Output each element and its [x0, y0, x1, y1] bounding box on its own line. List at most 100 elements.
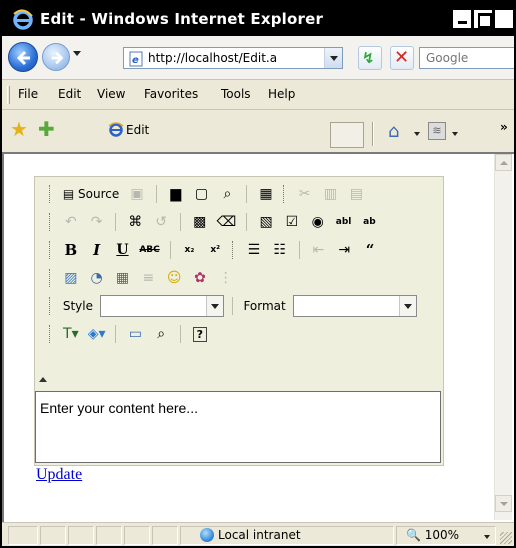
- style-select[interactable]: [99, 295, 224, 317]
- menu-view[interactable]: View: [97, 87, 125, 101]
- special-char-button[interactable]: ✿: [189, 267, 211, 289]
- vertical-scrollbar[interactable]: [494, 154, 512, 520]
- feeds-button[interactable]: ≋: [428, 122, 446, 140]
- undo-icon: ↶: [64, 214, 77, 230]
- find-button[interactable]: ⌘: [124, 211, 146, 233]
- underline-button[interactable]: U: [111, 239, 133, 261]
- menu-help[interactable]: Help: [268, 87, 295, 101]
- title-bar: Edit - Windows Internet Explorer: [2, 2, 514, 36]
- history-dropdown[interactable]: [73, 51, 81, 56]
- zoom-dropdown[interactable]: [484, 535, 490, 539]
- minimize-button[interactable]: [452, 9, 472, 29]
- subscript-button[interactable]: x₂: [178, 239, 200, 261]
- italic-button[interactable]: I: [86, 239, 108, 261]
- url-input[interactable]: [148, 50, 318, 66]
- menu-file[interactable]: File: [18, 87, 38, 101]
- textfield-button[interactable]: abl: [333, 211, 355, 233]
- text-color-button[interactable]: T▾: [60, 323, 82, 345]
- menu-favorites[interactable]: Favorites: [144, 87, 198, 101]
- templates-button[interactable]: ▦: [255, 183, 277, 205]
- toolbar-collapse-button[interactable]: [39, 377, 47, 382]
- blockquote-button[interactable]: “: [359, 239, 381, 261]
- source-label: Source: [78, 187, 120, 201]
- menu-tools[interactable]: Tools: [221, 87, 251, 101]
- maximize-editor-button[interactable]: ▭: [124, 323, 146, 345]
- radio-button[interactable]: ◉: [307, 211, 329, 233]
- replace-button[interactable]: ↺: [150, 211, 172, 233]
- bulleted-list-button[interactable]: ☷: [269, 239, 291, 261]
- update-link[interactable]: Update: [36, 466, 82, 484]
- maximize-button[interactable]: [473, 9, 493, 29]
- rss-icon: ≋: [432, 124, 442, 137]
- favorites-center-button[interactable]: ★: [10, 119, 28, 139]
- paste-button[interactable]: ▤: [345, 183, 367, 205]
- new-page-button[interactable]: ▢: [191, 183, 213, 205]
- subscript-icon: x₂: [184, 245, 195, 255]
- outdent-button[interactable]: ⇤: [307, 239, 329, 261]
- search-box[interactable]: [419, 47, 514, 69]
- security-zone[interactable]: Local intranet: [200, 528, 301, 542]
- show-blocks-button[interactable]: ⌕: [150, 323, 172, 345]
- home-button[interactable]: ⌂: [388, 121, 399, 142]
- toolbar-overflow-button[interactable]: »: [500, 120, 508, 134]
- scroll-down-button[interactable]: [495, 495, 512, 512]
- style-dropdown[interactable]: [205, 296, 223, 316]
- address-field[interactable]: e: [123, 47, 343, 69]
- image-icon: ▨: [64, 270, 78, 286]
- strike-button[interactable]: ABC: [137, 239, 161, 261]
- menu-grip: [7, 86, 10, 104]
- source-button[interactable]: ▤ Source: [60, 183, 122, 205]
- superscript-button[interactable]: x²: [204, 239, 226, 261]
- checkbox-button[interactable]: ☑: [281, 211, 303, 233]
- select-all-button[interactable]: ▩: [189, 211, 211, 233]
- image-button[interactable]: ▨: [60, 267, 82, 289]
- scroll-up-button[interactable]: [495, 154, 512, 171]
- close-button[interactable]: [494, 9, 514, 29]
- numbered-list-button[interactable]: ☰: [243, 239, 265, 261]
- feeds-dropdown[interactable]: [452, 132, 458, 136]
- smiley-button[interactable]: ☺: [163, 267, 185, 289]
- table-button[interactable]: ▦: [111, 267, 133, 289]
- paste-from-word-button[interactable]: ▣: [126, 183, 148, 205]
- form-button[interactable]: ▧: [255, 211, 277, 233]
- address-dropdown[interactable]: [324, 48, 342, 68]
- format-dropdown[interactable]: [398, 296, 416, 316]
- redo-button[interactable]: ↷: [86, 211, 108, 233]
- new-tab-button[interactable]: [330, 122, 364, 148]
- undo-button[interactable]: ↶: [60, 211, 82, 233]
- horizontal-rule-button[interactable]: ≡: [137, 267, 159, 289]
- indent-button[interactable]: ⇥: [333, 239, 355, 261]
- textarea-icon: ab: [363, 217, 376, 227]
- zoom-control[interactable]: 🔍 100%: [406, 528, 459, 542]
- bg-color-button[interactable]: ◈▾: [86, 323, 108, 345]
- format-select[interactable]: [292, 295, 417, 317]
- help-icon: ?: [192, 327, 207, 342]
- page-break-button[interactable]: ⋮: [215, 267, 237, 289]
- flash-button[interactable]: ◔: [86, 267, 108, 289]
- forward-arrow-icon: [51, 51, 64, 65]
- toolbar-row-6: T▾ ◈▾ ▭ ⌕ ?: [47, 323, 447, 347]
- resize-grip[interactable]: [500, 532, 512, 544]
- forward-button[interactable]: [42, 43, 70, 71]
- home-dropdown[interactable]: [414, 132, 420, 136]
- textarea-button[interactable]: ab: [358, 211, 380, 233]
- menu-edit[interactable]: Edit: [58, 87, 81, 101]
- refresh-button[interactable]: ↯: [358, 46, 382, 70]
- source-icon: ▤: [62, 187, 75, 201]
- preview-button[interactable]: ⌕: [216, 183, 238, 205]
- editor-content-area[interactable]: Enter your content here...: [35, 391, 441, 463]
- stop-button[interactable]: ✕: [390, 46, 414, 70]
- status-bar: Local intranet 🔍 100%: [2, 522, 514, 546]
- back-button[interactable]: [8, 42, 38, 72]
- save-button[interactable]: ▆: [165, 183, 187, 205]
- toolbar-row-4: ▨ ◔ ▦ ≡ ☺ ✿ ⋮: [47, 267, 447, 291]
- about-button[interactable]: ?: [189, 323, 211, 345]
- add-favorites-button[interactable]: ✚: [38, 119, 55, 139]
- bold-button[interactable]: B: [60, 239, 82, 261]
- copy-button[interactable]: ▥: [320, 183, 342, 205]
- remove-format-button[interactable]: ⌫: [215, 211, 239, 233]
- search-input[interactable]: [426, 50, 514, 66]
- cut-button[interactable]: ✂: [294, 183, 316, 205]
- status-cell: [8, 526, 38, 545]
- status-cell: [40, 526, 66, 545]
